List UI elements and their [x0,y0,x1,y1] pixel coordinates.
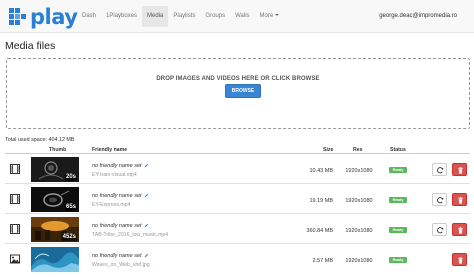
edit-icon[interactable] [144,163,149,168]
header-size: Size [323,147,334,153]
nav-item-media[interactable]: Media [142,6,169,27]
file-name: TAB-Tribe_2016_low_music.mp4 [92,232,169,238]
table-row: 20s no friendly name set EY-train-visual… [5,154,470,184]
file-size: 360.84 MB [306,228,333,234]
media-thumbnail[interactable]: 20s [31,157,79,182]
friendly-name-text: no friendly name set [92,223,142,229]
page-title: Media files [5,40,56,52]
media-thumbnail[interactable] [31,247,79,272]
file-name: EY-train-visual.mp4 [92,172,137,178]
resolution: 1920x1080 [345,258,373,264]
logo[interactable]: play [8,5,78,29]
friendly-name[interactable]: no friendly name set [92,253,149,259]
friendly-name[interactable]: no friendly name set [92,223,149,229]
resolution: 1920x1080 [345,168,373,174]
friendly-name-text: no friendly name set [92,163,142,169]
nav-item-playboxes[interactable]: 1Playboxes [101,6,142,27]
nav-item-groups[interactable]: Groups [200,6,230,27]
header-friendly-name: Friendly name [92,147,128,153]
trash-icon [458,227,463,234]
media-thumbnail[interactable]: 452s [31,217,79,242]
main-nav: Dash 1Playboxes Media Playlists Groups W… [77,6,284,27]
thumbnail-duration: 20s [64,174,77,181]
status-badge: Ready [389,227,407,233]
delete-button[interactable] [452,223,467,236]
table-row: no friendly name set Waves_on_Web_uhd.jp… [5,244,470,274]
media-thumbnail[interactable]: 65s [31,187,79,212]
table-row: 65s no friendly name set EY-Express.mp4 … [5,184,470,214]
nav-item-more[interactable]: More [255,6,285,27]
status-badge: Ready [389,257,407,263]
friendly-name[interactable]: no friendly name set [92,193,149,199]
logo-icon [9,8,26,25]
refresh-icon [437,197,444,204]
film-icon [10,224,20,234]
status-badge: Ready [389,167,407,173]
navbar: play Dash 1Playboxes Media Playlists Gro… [0,0,474,33]
file-size: 2.57 MB [312,258,333,264]
thumbnail-duration: 65s [64,204,77,211]
header-status: Status [390,147,406,153]
browse-button[interactable]: BROWSE [225,84,261,98]
resolution: 1920x1080 [345,198,373,204]
total-used-space: Total used space: 404.12 MB [5,137,75,143]
caret-down-icon [275,14,280,17]
file-name: EY-Express.mp4 [92,202,131,208]
header-thumb: Thumb [49,147,67,153]
friendly-name[interactable]: no friendly name set [92,163,149,169]
file-name: Waves_on_Web_uhd.jpg [92,262,150,268]
file-size: 19.19 MB [309,198,333,204]
user-email-link[interactable]: george.deac@impromedia.ro [379,6,457,27]
image-icon [10,254,20,264]
friendly-name-text: no friendly name set [92,193,142,199]
resolution: 1920x1080 [345,228,373,234]
thumbnail-duration: 452s [61,234,77,241]
thumbnail-image [31,247,79,272]
upload-dropzone[interactable]: DROP IMAGES AND VIDEOS HERE OR CLICK BRO… [6,58,470,129]
film-icon [10,164,20,174]
nav-item-more-label: More [259,13,274,19]
trash-icon [458,197,463,204]
refresh-icon [437,227,444,234]
table-row: 452s no friendly name set TAB-Tribe_2016… [5,214,470,244]
status-badge: Ready [389,197,407,203]
delete-button[interactable] [452,193,467,206]
refresh-button[interactable] [432,193,447,206]
trash-icon [458,257,463,264]
friendly-name-text: no friendly name set [92,253,142,259]
nav-item-walls[interactable]: Walls [230,6,254,27]
delete-button[interactable] [452,163,467,176]
table-header: Thumb Friendly name Size Res Status [5,145,470,154]
logo-text: play [30,5,78,29]
trash-icon [458,167,463,174]
media-table: Thumb Friendly name Size Res Status 20s [5,145,470,274]
delete-button[interactable] [452,253,467,266]
edit-icon[interactable] [144,253,149,258]
nav-item-playlists[interactable]: Playlists [168,6,200,27]
dropzone-text: DROP IMAGES AND VIDEOS HERE OR CLICK BRO… [156,76,320,82]
edit-icon[interactable] [144,193,149,198]
film-icon [10,194,20,204]
refresh-icon [437,167,444,174]
header-res: Res [353,147,363,153]
refresh-button[interactable] [432,223,447,236]
file-size: 10.43 MB [309,168,333,174]
edit-icon[interactable] [144,223,149,228]
nav-item-dash[interactable]: Dash [77,6,101,27]
refresh-button[interactable] [432,163,447,176]
